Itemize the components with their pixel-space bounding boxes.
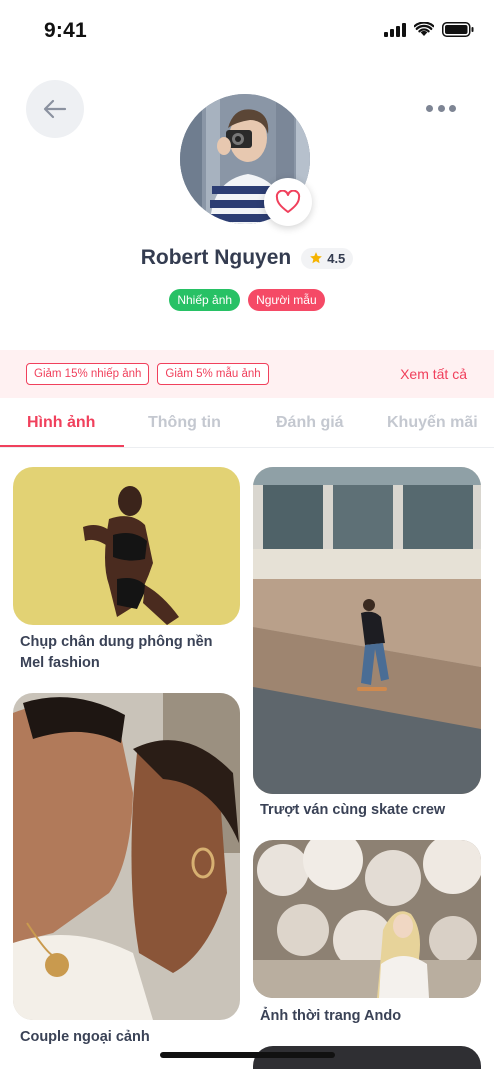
tab-active-indicator <box>0 445 124 447</box>
favorite-button[interactable] <box>264 178 312 226</box>
profile-name: Robert Nguyen <box>140 246 292 269</box>
tab-reviews[interactable]: Đánh giá <box>276 414 344 432</box>
rating-badge: 4.5 <box>301 247 354 269</box>
gallery-card-image[interactable] <box>253 840 481 998</box>
status-bar: 9:41 <box>0 0 494 60</box>
more-dot-icon <box>426 104 433 112</box>
tab-bar: Hình ảnh Thông tin Đánh giá Khuyến mãi <box>0 402 494 448</box>
tab-info[interactable]: Thông tin <box>148 414 221 432</box>
coupon-badge[interactable]: Giảm 15% nhiếp ảnh <box>26 363 150 385</box>
see-all-link[interactable]: Xem tất cả <box>400 366 467 382</box>
tag-model: Người mẫu <box>248 289 325 311</box>
rating-value: 4.5 <box>327 250 346 266</box>
home-indicator <box>160 1052 335 1058</box>
more-dot-icon <box>437 104 445 112</box>
gallery-card-caption: Chụp chân dung phông nền Mel fashion <box>20 634 213 671</box>
gallery-card-caption: Ảnh thời trang Ando <box>260 1008 402 1024</box>
status-time: 9:41 <box>44 19 87 42</box>
coupon-badge[interactable]: Giảm 5% mẫu ảnh <box>157 363 269 385</box>
tab-images[interactable]: Hình ảnh <box>27 414 95 432</box>
star-icon <box>310 252 323 264</box>
gallery-card-image[interactable] <box>13 693 240 1020</box>
wifi-icon <box>414 22 434 36</box>
heart-icon <box>275 190 301 213</box>
status-icons <box>384 22 474 37</box>
promo-strip: Giảm 15% nhiếp ảnh Giảm 5% mẫu ảnh Xem t… <box>0 350 494 398</box>
tab-promotions[interactable]: Khuyến mãi <box>387 414 478 432</box>
back-button[interactable] <box>26 80 84 138</box>
tag-photography: Nhiếp ảnh <box>169 289 241 311</box>
arrow-left-icon <box>43 99 67 119</box>
profile-avatar-wrap <box>180 94 312 226</box>
profile-name-row: Robert Nguyen 4.5 <box>0 246 494 270</box>
gallery-card-image[interactable] <box>13 467 240 625</box>
cellular-signal-icon <box>384 22 406 37</box>
gallery-card-image[interactable] <box>253 467 481 794</box>
more-options-button[interactable] <box>426 98 456 118</box>
gallery-card-caption: Trượt ván cùng skate crew <box>260 802 446 818</box>
gallery-card-caption: Couple ngoại cảnh <box>20 1029 150 1045</box>
more-dot-icon <box>449 104 456 112</box>
battery-icon <box>442 22 474 37</box>
profile-tags: Nhiếp ảnh Người mẫu <box>0 289 494 311</box>
